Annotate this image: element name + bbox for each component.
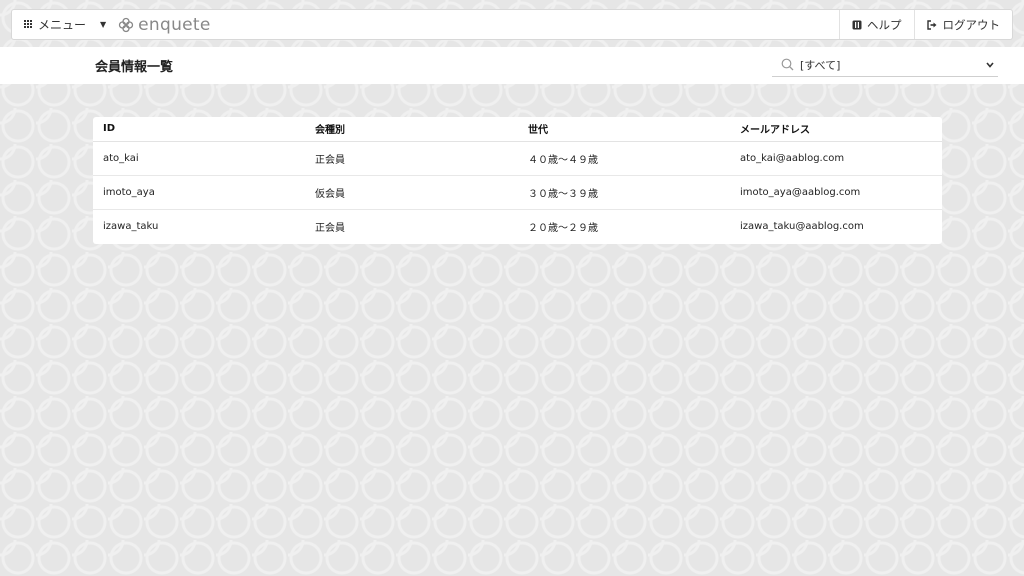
caret-down-icon: ▼ (100, 20, 107, 29)
cell-email: imoto_aya@aablog.com (730, 175, 942, 210)
page-title: 会員情報一覧 (95, 60, 174, 75)
cell-generation: ４０歳～４９歳 (518, 141, 730, 176)
brand-logo[interactable]: enquete (118, 10, 212, 39)
book-icon (852, 20, 862, 29)
column-header-member-type[interactable]: 会種別 (305, 117, 518, 142)
navbar: メニュー ▼ enquete ヘルプ ログアウト (11, 9, 1013, 40)
cell-generation: ３０歳～３９歳 (518, 175, 730, 210)
brand-name: enquete (138, 14, 211, 35)
cell-email: izawa_taku@aablog.com (740, 220, 864, 232)
cell-email: ato_kai@aablog.com (730, 141, 942, 176)
cell-member-type: 正会員 (305, 141, 518, 176)
table-row[interactable]: imoto_aya 仮会員 ３０歳～３９歳 imoto_aya@aablog.c… (93, 175, 942, 210)
help-link[interactable]: ヘルプ (839, 10, 914, 39)
cell-member-type: 仮会員 (305, 175, 518, 210)
help-label: ヘルプ (867, 17, 902, 32)
table-header-row: ID 会種別 世代 メールアドレス (93, 117, 942, 142)
member-table: ID 会種別 世代 メールアドレス ato_kai 正会員 ４０歳～４９歳 at… (93, 117, 942, 243)
cell-id: imoto_aya (93, 175, 305, 210)
logout-link[interactable]: ログアウト (913, 10, 1013, 39)
chevron-down-icon (986, 61, 994, 68)
table-row[interactable]: izawa_taku 正会員 ２０歳～２９歳 izawa_taku@aablog… (93, 209, 942, 243)
cell-id: izawa_taku (103, 220, 159, 232)
cell-member-type: 正会員 (315, 222, 345, 234)
member-table-card: ID 会種別 世代 メールアドレス ato_kai 正会員 ４０歳～４９歳 at… (93, 117, 942, 244)
logout-label: ログアウト (942, 17, 1001, 32)
clover-icon (119, 17, 134, 32)
grid-icon (24, 20, 33, 29)
column-header-email[interactable]: メールアドレス (730, 117, 942, 142)
member-filter-select[interactable]: [すべて] (772, 53, 998, 77)
cell-id: ato_kai (93, 141, 305, 176)
filter-value: [すべて] (800, 58, 841, 72)
column-header-generation[interactable]: 世代 (518, 117, 730, 142)
search-icon (781, 58, 794, 71)
table-row[interactable]: ato_kai 正会員 ４０歳～４９歳 ato_kai@aablog.com (93, 141, 942, 176)
menu-label: メニュー (38, 18, 87, 32)
column-header-id[interactable]: ID (93, 117, 305, 142)
page-header: 会員情報一覧 [すべて] (0, 47, 1024, 84)
cell-generation: ２０歳～２９歳 (528, 222, 598, 234)
sign-out-icon (926, 19, 936, 30)
menu-button[interactable]: メニュー ▼ (12, 10, 118, 39)
